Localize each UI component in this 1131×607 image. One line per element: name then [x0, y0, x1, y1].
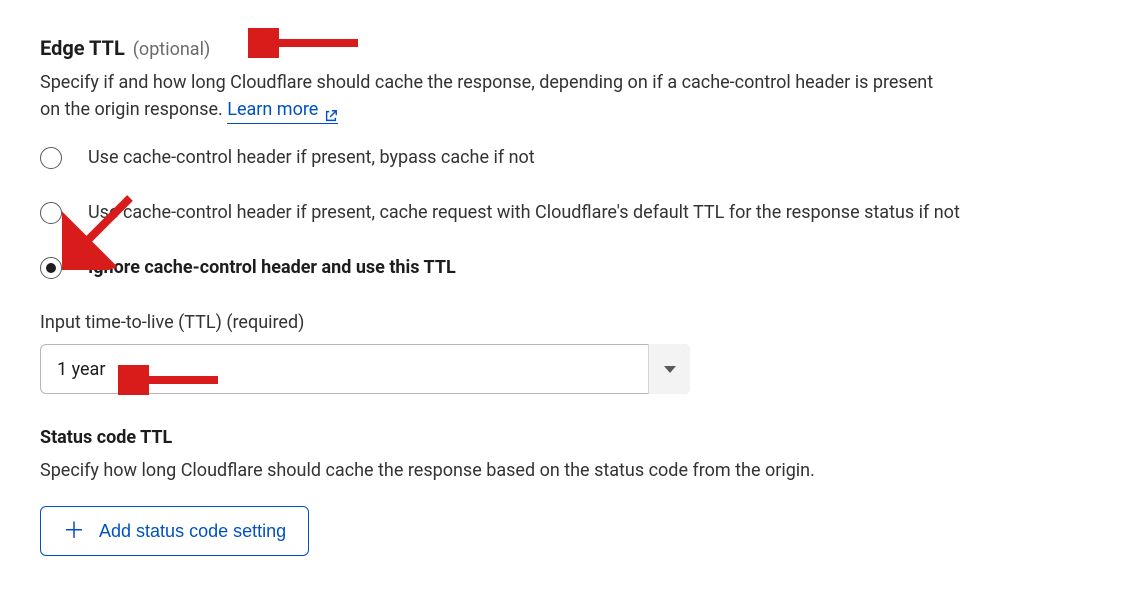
- radio-label: Use cache-control header if present, cac…: [88, 199, 960, 226]
- radio-option-default-ttl[interactable]: Use cache-control header if present, cac…: [40, 199, 1091, 226]
- optional-tag: (optional): [133, 36, 210, 63]
- learn-more-link[interactable]: Learn more: [227, 96, 338, 124]
- external-link-icon: [324, 104, 338, 118]
- radio-option-bypass[interactable]: Use cache-control header if present, byp…: [40, 144, 1091, 171]
- edge-ttl-description-text: Specify if and how long Cloudflare shoul…: [40, 72, 933, 120]
- plus-icon: ＋: [63, 520, 85, 542]
- radio-icon: [40, 257, 62, 279]
- ttl-select-value: 1 year: [57, 356, 105, 383]
- edge-ttl-description: Specify if and how long Cloudflare shoul…: [40, 69, 940, 124]
- add-status-code-setting-button[interactable]: ＋ Add status code setting: [40, 506, 309, 556]
- radio-option-ignore-header[interactable]: Ignore cache-control header and use this…: [40, 254, 1091, 281]
- learn-more-text: Learn more: [227, 96, 318, 123]
- radio-icon: [40, 202, 62, 224]
- ttl-input-label: Input time-to-live (TTL) (required): [40, 309, 1091, 336]
- status-code-ttl-title: Status code TTL: [40, 424, 1091, 451]
- edge-ttl-heading: Edge TTL (optional): [40, 33, 1091, 63]
- radio-icon: [40, 147, 62, 169]
- edge-ttl-title: Edge TTL: [40, 33, 125, 63]
- add-button-label: Add status code setting: [99, 521, 286, 542]
- ttl-select-wrapper: 1 year: [40, 344, 690, 394]
- status-code-ttl-description: Specify how long Cloudflare should cache…: [40, 457, 940, 484]
- edge-ttl-radio-group: Use cache-control header if present, byp…: [40, 144, 1091, 281]
- radio-label: Use cache-control header if present, byp…: [88, 144, 535, 171]
- ttl-select[interactable]: 1 year: [40, 344, 690, 394]
- radio-label: Ignore cache-control header and use this…: [88, 254, 456, 281]
